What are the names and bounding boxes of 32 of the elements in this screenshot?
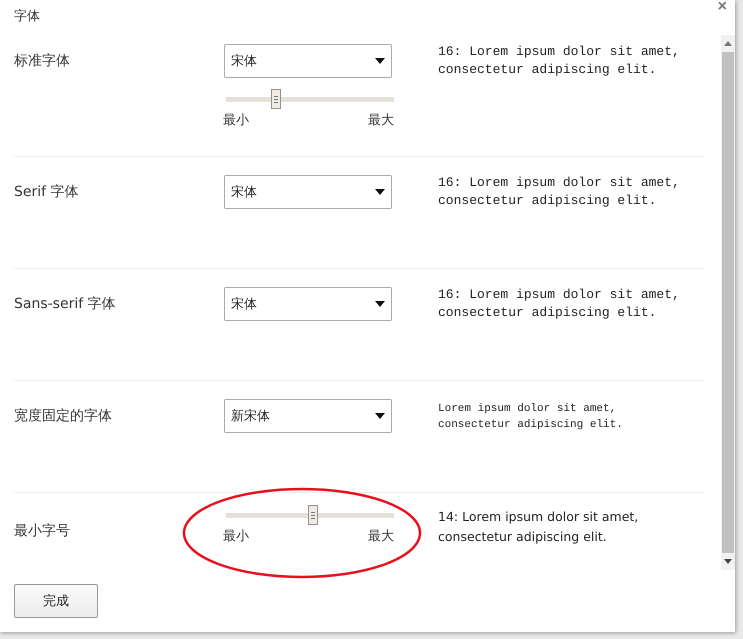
- caret-icon: [375, 413, 385, 419]
- setting-label: 标准字体: [14, 52, 71, 71]
- dialog-title: 字体: [14, 8, 40, 25]
- done-button[interactable]: 完成: [14, 584, 98, 618]
- min-label: 最小: [223, 112, 249, 129]
- setting-label: Sans-serif 字体: [14, 295, 117, 314]
- slider-thumb[interactable]: [308, 505, 318, 525]
- scrollbar[interactable]: [721, 35, 735, 570]
- caret-icon: [375, 58, 385, 64]
- font-dropdown[interactable]: 宋体: [224, 44, 392, 78]
- max-label: 最大: [368, 528, 394, 545]
- slider-track[interactable]: [226, 89, 394, 109]
- preview-text: 16: Lorem ipsum dolor sit amet, consectetur adipiscing elit.: [437, 43, 681, 79]
- preview-text: 16: Lorem ipsum dolor sit amet, consectetur adipiscing elit.: [437, 174, 681, 210]
- close-button[interactable]: ×: [718, 0, 727, 14]
- preview-text: 14: Lorem ipsum dolor sit amet, consectetur adipiscing elit.: [437, 508, 640, 546]
- font-dropdown[interactable]: 新宋体: [224, 399, 392, 433]
- slider-thumb[interactable]: [271, 89, 282, 109]
- setting-label: 最小字号: [14, 522, 71, 541]
- min-label: 最小: [223, 528, 249, 545]
- font-dropdown[interactable]: 宋体: [224, 175, 392, 209]
- preview-text: 16: Lorem ipsum dolor sit amet, consectetur adipiscing elit.: [437, 286, 681, 322]
- scroll-up-icon: [724, 41, 732, 46]
- caret-icon: [375, 189, 385, 195]
- setting-label: Serif 字体: [14, 183, 80, 202]
- caret-icon: [375, 301, 385, 307]
- max-label: 最大: [368, 112, 394, 129]
- scroll-down-icon: [724, 559, 732, 564]
- setting-label: 宽度固定的字体: [14, 407, 113, 426]
- preview-text: Lorem ipsum dolor sit amet, consectetur adipiscing elit.: [437, 402, 624, 433]
- slider-track[interactable]: [226, 505, 394, 525]
- font-dropdown[interactable]: 宋体: [224, 287, 392, 321]
